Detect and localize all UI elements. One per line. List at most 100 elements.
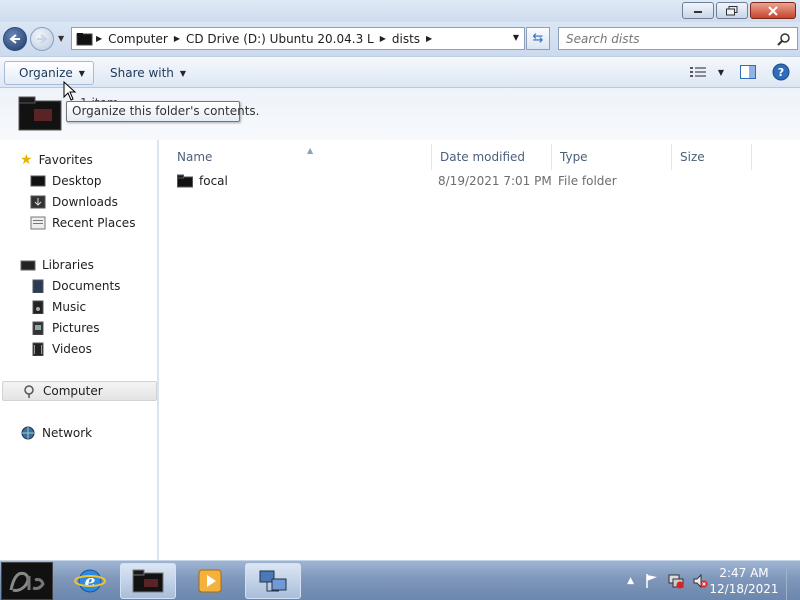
file-list: Name ▲ Date modified Type Size focal 8/1… (159, 140, 800, 560)
refresh-button[interactable]: ⇆ (526, 27, 550, 50)
nav-label: Favorites (38, 153, 93, 167)
column-label: Name (177, 150, 213, 164)
column-header-type[interactable]: Type (552, 144, 672, 170)
nav-desktop[interactable]: Desktop (30, 171, 102, 191)
nav-recent-places[interactable]: Recent Places (30, 213, 135, 233)
recent-pages-dropdown[interactable]: ▼ (58, 34, 64, 43)
volume-muted-icon[interactable] (692, 573, 708, 589)
file-row[interactable]: focal 8/19/2021 7:01 PM File folder (169, 172, 789, 192)
window-controls (682, 2, 796, 19)
chevron-down-icon[interactable]: ▼ (718, 68, 724, 77)
change-view-button[interactable]: ▼ (689, 66, 724, 78)
search-icon[interactable] (777, 32, 791, 46)
chevron-down-icon: ▼ (78, 68, 85, 78)
media-player-icon (198, 569, 222, 593)
restore-icon (726, 5, 738, 15)
nav-label: Recent Places (52, 216, 136, 230)
forward-button[interactable] (30, 27, 54, 51)
breadcrumb-dists[interactable]: dists (388, 32, 424, 46)
share-with-label: Share with (110, 66, 174, 80)
help-icon[interactable]: ? (772, 63, 790, 81)
taskbar-internet-explorer[interactable]: e (62, 563, 118, 599)
maximize-button[interactable] (716, 2, 748, 19)
nav-label: Desktop (52, 174, 102, 188)
taskbar-network-app[interactable] (245, 563, 301, 599)
documents-icon (32, 279, 44, 293)
minimize-button[interactable] (682, 2, 714, 19)
folder-icon (177, 174, 193, 188)
nav-documents[interactable]: Documents (30, 276, 120, 296)
column-label: Date modified (440, 150, 526, 164)
show-desktop-button[interactable] (786, 561, 800, 600)
breadcrumb-computer[interactable]: Computer (104, 32, 172, 46)
nav-network[interactable]: Network (20, 423, 92, 443)
chevron-right-icon[interactable]: ▶ (172, 34, 182, 43)
show-hidden-icons-button[interactable]: ▲ (627, 576, 634, 586)
folder-icon (76, 32, 93, 45)
network-status-icon[interactable] (668, 573, 684, 589)
address-history-dropdown[interactable]: ▼ (513, 33, 519, 42)
address-bar[interactable]: ▶ Computer ▶ CD Drive (D:) Ubuntu 20.04.… (71, 27, 525, 50)
nav-videos[interactable]: Videos (30, 339, 92, 359)
chevron-right-icon[interactable]: ▶ (424, 34, 434, 43)
start-button[interactable] (1, 562, 53, 600)
nav-label: Computer (43, 384, 103, 398)
arrow-right-icon (37, 34, 48, 44)
folder-icon (18, 96, 62, 131)
file-type: File folder (558, 174, 617, 188)
system-tray: ▲ 2:47 AM 12/18/2021 (627, 561, 800, 600)
arrow-left-icon (9, 34, 20, 44)
view-controls: ▼ ? (689, 63, 790, 81)
taskbar-windows-explorer[interactable] (120, 563, 176, 599)
command-bar: Organize ▼ Share with ▼ ▼ ? (0, 56, 800, 88)
navigation-bar: ▼ ▶ Computer ▶ CD Drive (D:) Ubuntu 20.0… (0, 22, 800, 56)
nav-favorites[interactable]: ★ Favorites (20, 150, 93, 170)
back-button[interactable] (3, 27, 27, 51)
start-logo-icon (9, 571, 45, 592)
nav-label: Network (42, 426, 93, 440)
organize-label: Organize (19, 66, 73, 80)
clock-date: 12/18/2021 (709, 582, 779, 596)
music-icon (32, 300, 44, 314)
details-view-icon (689, 67, 706, 77)
star-icon: ★ (20, 152, 33, 168)
nav-label: Documents (52, 279, 121, 293)
search-box[interactable] (558, 27, 798, 50)
chevron-right-icon[interactable]: ▶ (94, 34, 104, 43)
svg-text:e: e (85, 572, 96, 592)
close-button[interactable] (750, 2, 796, 19)
clock[interactable]: 2:47 AM 12/18/2021 (708, 565, 780, 597)
nav-pictures[interactable]: Pictures (30, 318, 100, 338)
downloads-icon (30, 195, 46, 209)
desktop-icon (30, 175, 46, 187)
search-input[interactable] (566, 31, 776, 46)
tooltip: Organize this folder's contents. (66, 101, 260, 122)
organize-button[interactable]: Organize ▼ (4, 61, 94, 85)
preview-pane-icon[interactable] (740, 65, 756, 79)
network-computers-icon (259, 570, 287, 592)
nav-computer[interactable]: Computer (2, 381, 157, 401)
sort-ascending-icon: ▲ (307, 146, 314, 155)
nav-label: Videos (52, 342, 92, 356)
column-label: Type (560, 150, 588, 164)
clock-time: 2:47 AM (719, 566, 769, 580)
libraries-icon (20, 260, 36, 271)
file-name-cell[interactable]: focal (177, 174, 228, 188)
taskbar: e ▲ 2:47 AM 12/18/2021 (0, 560, 800, 600)
breadcrumb-cd-drive[interactable]: CD Drive (D:) Ubuntu 20.04.3 L (182, 32, 378, 46)
nav-downloads[interactable]: Downloads (30, 192, 118, 212)
action-center-flag-icon[interactable] (644, 573, 660, 589)
nav-libraries[interactable]: Libraries (20, 255, 94, 275)
nav-label: Downloads (52, 195, 118, 209)
column-label: Size (680, 150, 705, 164)
share-with-button[interactable]: Share with ▼ (96, 61, 200, 85)
taskbar-media-player[interactable] (182, 563, 238, 599)
column-header-size[interactable]: Size (672, 144, 752, 170)
nav-label: Pictures (52, 321, 100, 335)
network-icon (21, 426, 35, 440)
nav-music[interactable]: Music (30, 297, 86, 317)
column-header-name[interactable]: Name ▲ (169, 144, 432, 170)
recent-places-icon (30, 216, 46, 230)
column-header-date-modified[interactable]: Date modified (432, 144, 552, 170)
chevron-right-icon[interactable]: ▶ (378, 34, 388, 43)
